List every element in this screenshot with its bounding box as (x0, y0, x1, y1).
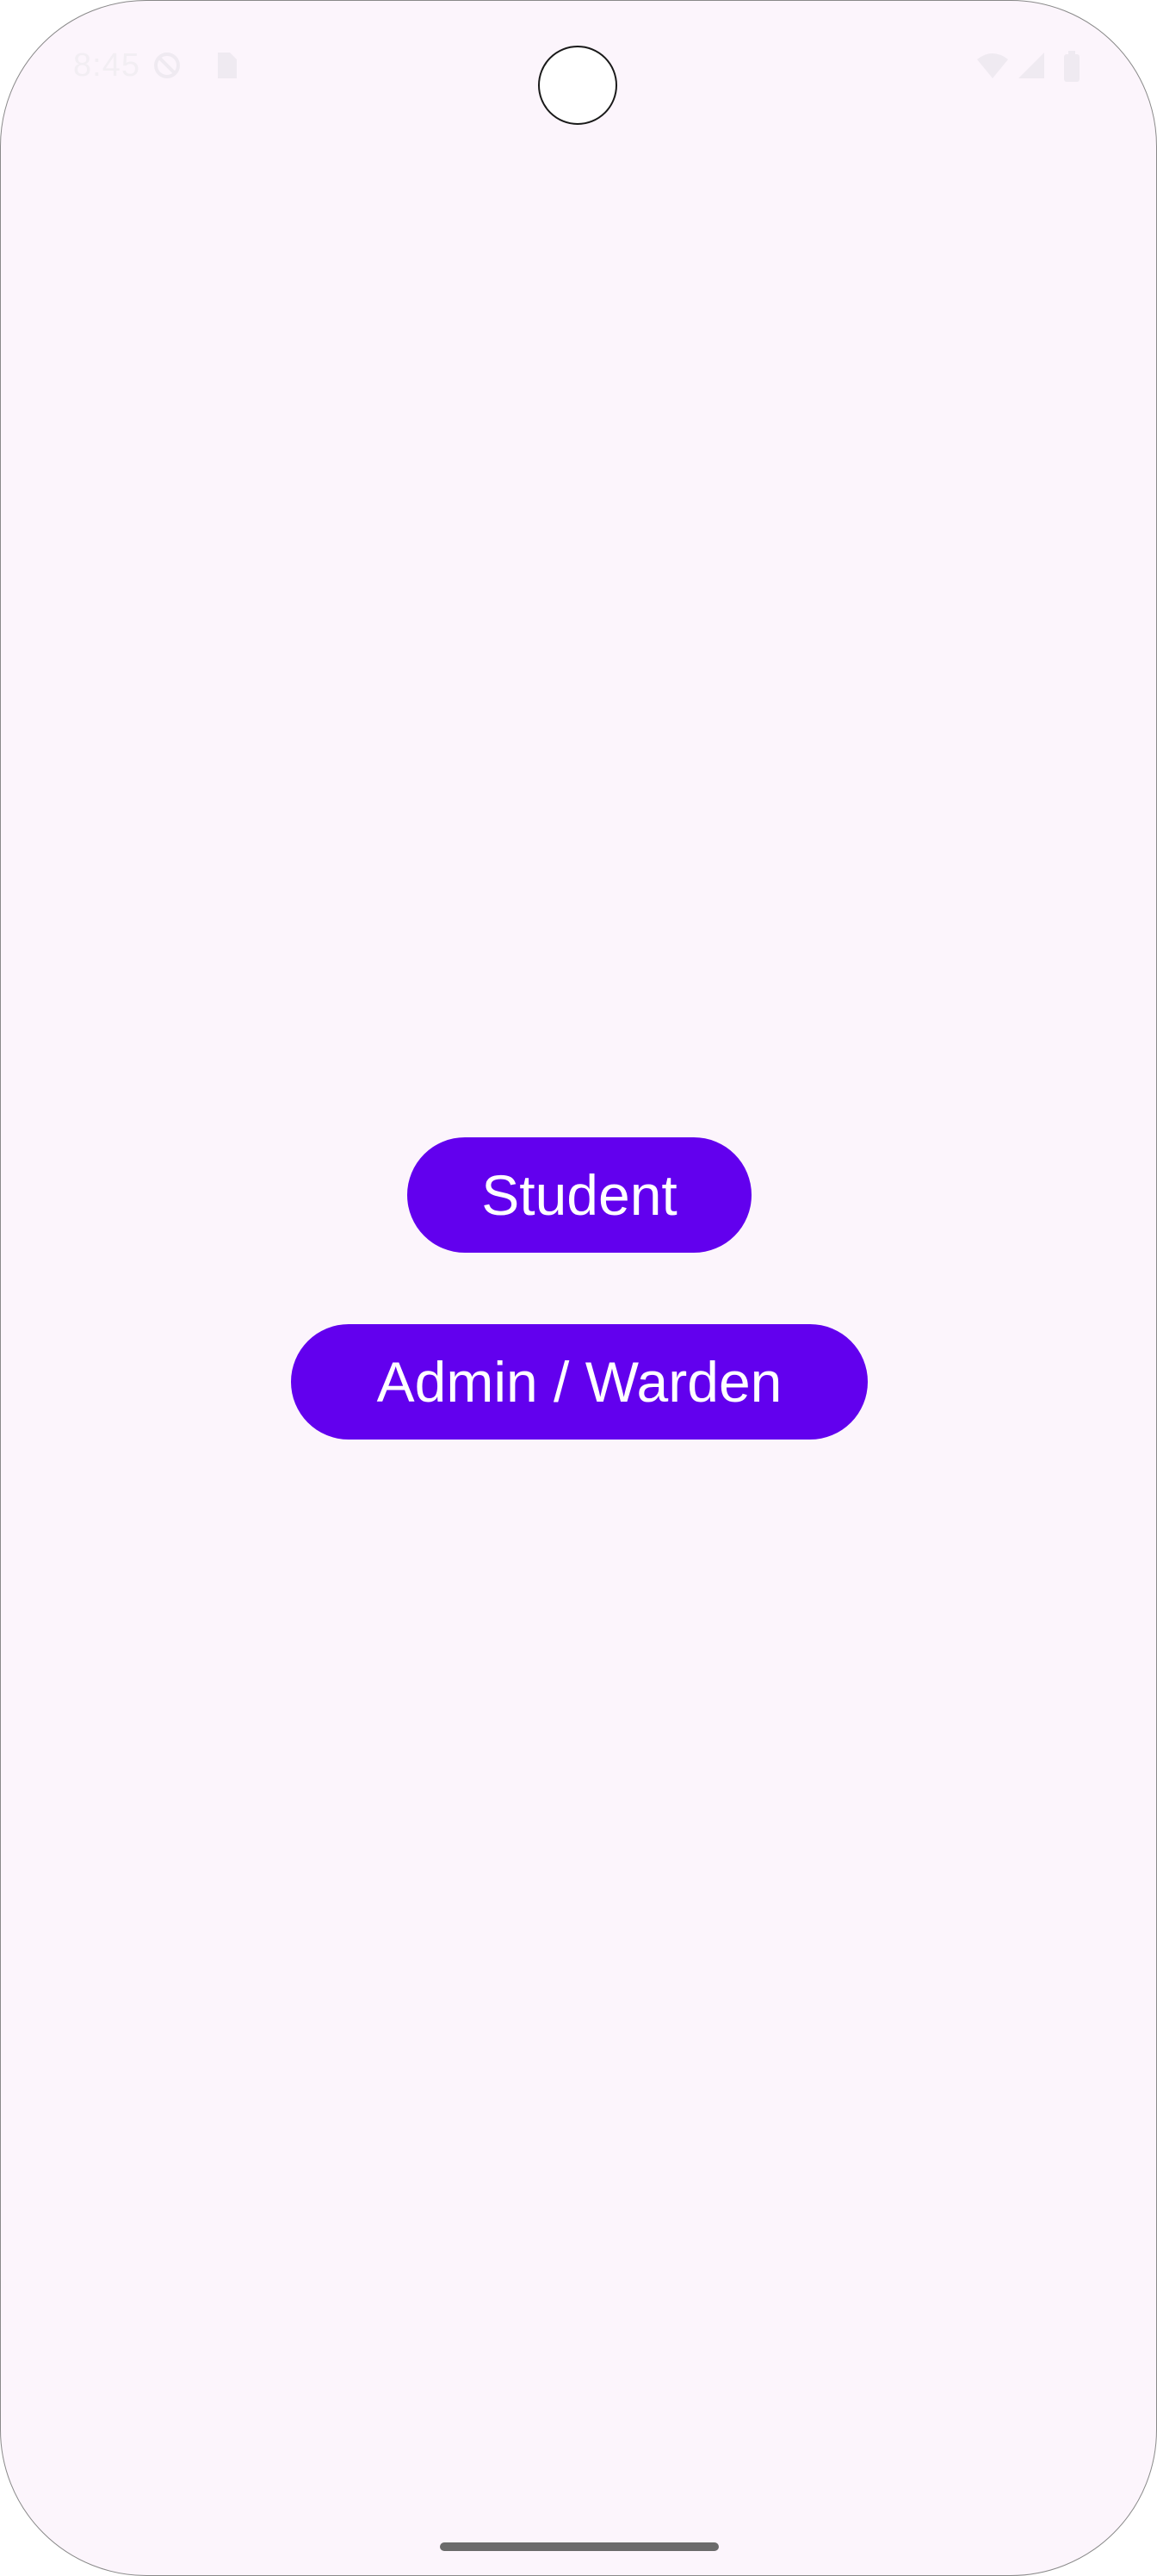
sim-card-icon (213, 51, 240, 80)
signal-icon (1017, 51, 1044, 80)
student-button[interactable]: Student (407, 1137, 752, 1253)
home-indicator[interactable] (440, 2542, 719, 2551)
status-time: 8:45 (73, 47, 140, 84)
camera-cutout (538, 46, 617, 125)
student-button-label: Student (481, 1163, 677, 1227)
admin-warden-button-label: Admin / Warden (376, 1350, 783, 1414)
no-disturb-icon (152, 51, 180, 80)
wifi-icon (975, 51, 1008, 80)
admin-warden-button[interactable]: Admin / Warden (291, 1324, 868, 1440)
battery-icon (1063, 51, 1091, 82)
phone-screen: 8:45 Student Admin / Warden (0, 0, 1157, 2576)
